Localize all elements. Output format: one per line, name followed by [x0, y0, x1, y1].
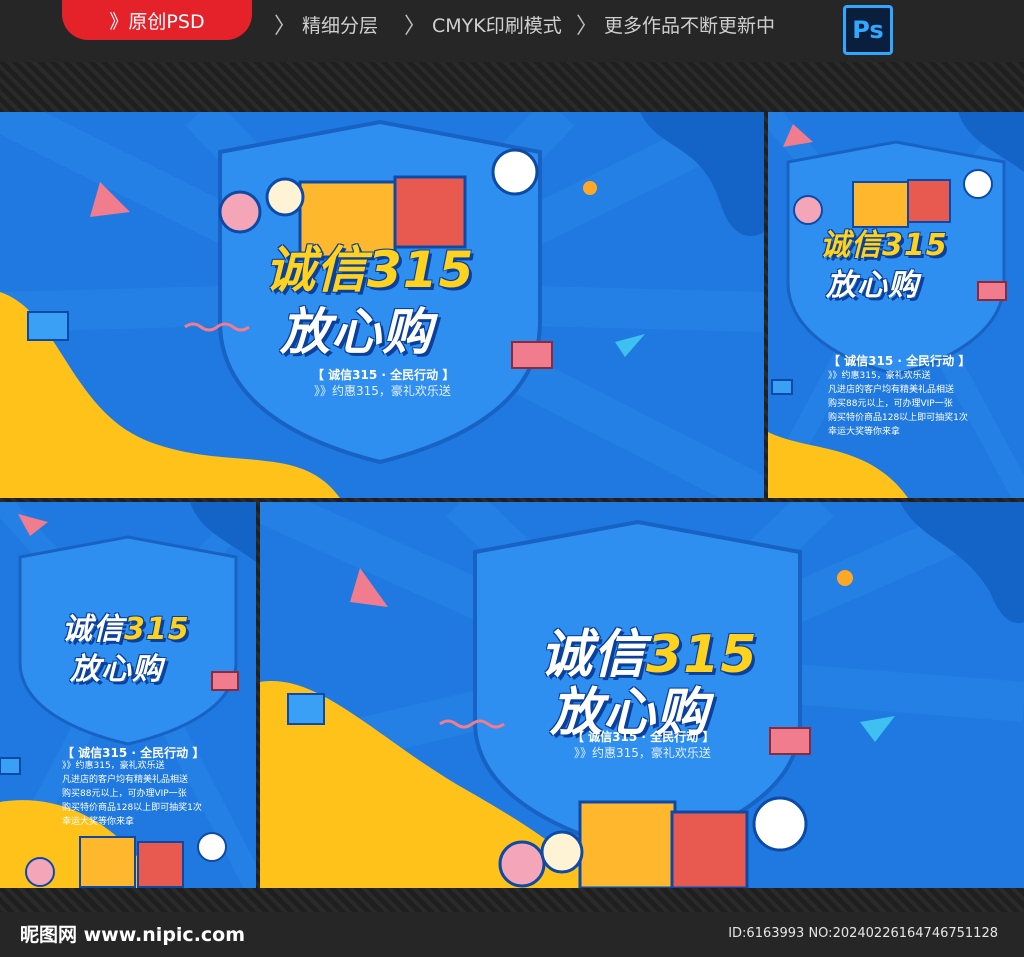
promo-item: 购买特价商品128以上即可抽奖1次: [828, 412, 968, 423]
site-logo: 昵图网 www.nipic.com: [20, 924, 246, 946]
promo-item: 》》约惠315，豪礼欢乐送: [828, 371, 931, 381]
promo-item: 幸运大奖等你来拿: [62, 816, 135, 827]
poster-panel-portrait-left: 诚信315 放心购 【 诚信315 · 全民行动 】 》》约惠315，豪礼欢乐送…: [0, 502, 256, 888]
promo-item: 幸运大奖等你来拿: [828, 426, 901, 437]
poster-background: [0, 502, 256, 888]
poster-title-line2: 放心购: [280, 303, 433, 361]
promo-item: 购买88元以上，可办理VIP一张: [828, 398, 953, 409]
feature-label: CMYK印刷模式: [432, 14, 562, 37]
promo-item: 购买88元以上，可办理VIP一张: [62, 788, 187, 799]
poster-subtitle: 【 诚信315 · 全民行动 】: [572, 730, 715, 744]
promo-item: 凡进店的客户均有精美礼品相送: [62, 774, 189, 785]
badge-label: 》原创PSD: [109, 10, 205, 33]
title-word: 诚信: [265, 241, 367, 299]
poster-panel-landscape: 诚信315 放心购 【 诚信315 · 全民行动 】 》》约惠315，豪礼欢乐送: [0, 112, 764, 498]
title-number: 315: [367, 241, 475, 299]
feature-item: 〉 CMYK印刷模式: [404, 8, 562, 40]
poster-subtitle: 【 诚信315 · 全民行动 】: [828, 354, 971, 368]
chevron-right-icon: 〉: [274, 14, 297, 39]
feature-item: 〉精细分层: [274, 8, 378, 40]
ps-label: Ps: [852, 16, 884, 44]
poster-subtitle: 【 诚信315 · 全民行动 】: [62, 746, 205, 760]
poster-subtitle: 【 诚信315 · 全民行动 】: [312, 368, 455, 382]
image-id: ID:6163993 NO:20240226164746751128: [728, 926, 998, 941]
promo-item: 》》约惠315，豪礼欢乐送: [62, 761, 165, 771]
promo-list: 》》约惠315，豪礼欢乐送 凡进店的客户均有精美礼品相送 购买88元以上，可办理…: [828, 370, 968, 440]
title-number: 315: [882, 228, 948, 263]
title-number: 315: [124, 612, 190, 647]
promo-list: 》》约惠315，豪礼欢乐送 凡进店的客户均有精美礼品相送 购买88元以上，可办理…: [62, 760, 202, 830]
poster-panel-portrait-right: 诚信315 放心购 【 诚信315 · 全民行动 】 》》约惠315，豪礼欢乐送…: [768, 112, 1024, 498]
poster-background: [768, 112, 1024, 498]
poster-title-line1: 诚信315: [820, 220, 948, 264]
poster-panel-landscape-bottom: 诚信315 放心购 【 诚信315 · 全民行动 】 》》约惠315，豪礼欢乐送: [260, 502, 1024, 888]
promo-item: 凡进店的客户均有精美礼品相送: [828, 384, 955, 395]
chevron-right-icon: 〉: [404, 14, 427, 39]
chevron-right-icon: 〉: [576, 14, 599, 39]
poster-title-line2: 放心购: [826, 268, 919, 303]
footer-bar: 昵图网 www.nipic.com ID:6163993 NO:20240226…: [0, 912, 1024, 957]
top-info-bar: 》原创PSD 〉精细分层 〉 CMYK印刷模式 〉更多作品不断更新中 Ps: [0, 0, 1024, 62]
title-word: 诚信: [62, 612, 124, 647]
poster-tagline: 》》约惠315，豪礼欢乐送: [574, 746, 711, 760]
poster-title-line2: 放心购: [70, 652, 163, 687]
feature-item: 〉更多作品不断更新中: [576, 8, 775, 40]
poster-tagline: 》》约惠315，豪礼欢乐送: [314, 384, 451, 398]
poster-title-line1: 诚信315: [62, 604, 190, 648]
feature-label: 精细分层: [302, 14, 379, 37]
title-word: 诚信: [820, 228, 882, 263]
photoshop-icon: Ps: [843, 5, 893, 55]
promo-item: 购买特价商品128以上即可抽奖1次: [62, 802, 202, 813]
feature-label: 更多作品不断更新中: [604, 14, 776, 37]
original-psd-badge: 》原创PSD: [62, 0, 252, 40]
